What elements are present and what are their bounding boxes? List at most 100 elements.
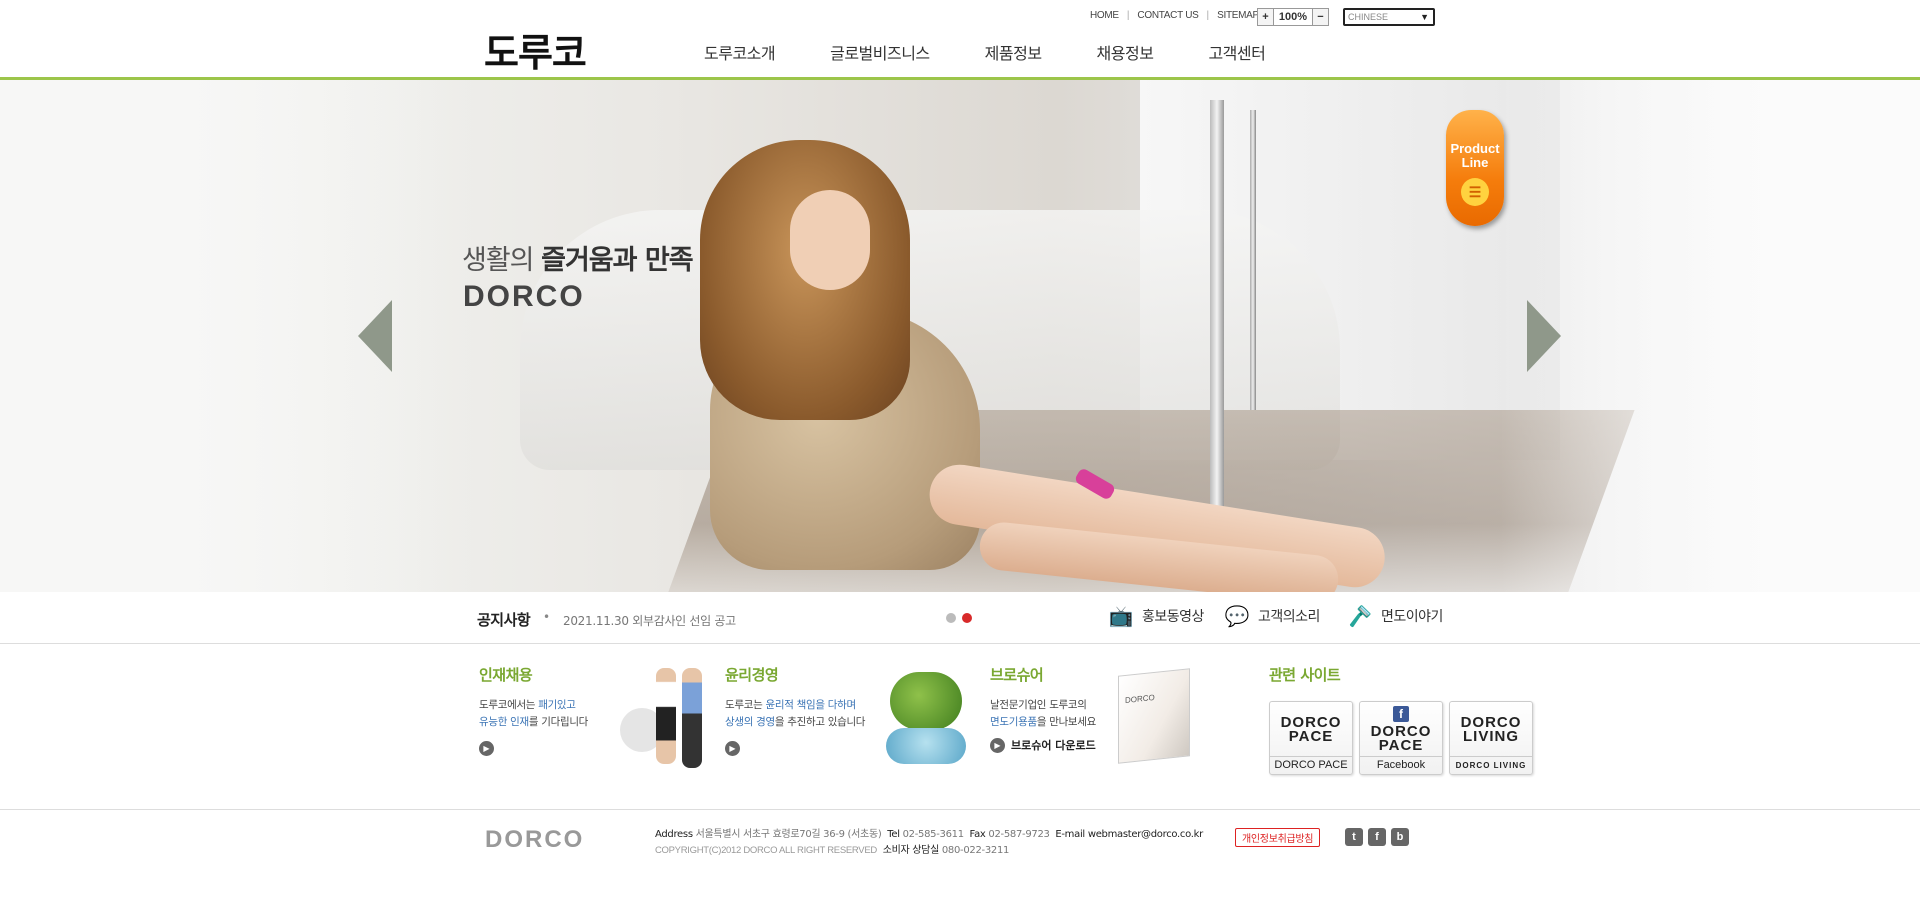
tel-label: Tel (887, 829, 900, 840)
footer-info: Address 서울특별시 서초구 효령로70길 36-9 (서초동) Tel … (655, 827, 1203, 859)
dorco-living-logo: DORCO LIVING (1461, 715, 1522, 745)
consult-value: 080-022-3211 (941, 845, 1010, 856)
site-header: 도루코 HOME | CONTACT US | SITEMAP + 100% −… (0, 0, 1920, 80)
zoom-control: + 100% − (1257, 8, 1329, 26)
nav-item-careers[interactable]: 채용정보 (1097, 40, 1154, 64)
email-label: E-mail (1055, 829, 1085, 840)
brochure-thumb-label: DORCO (1125, 692, 1155, 706)
logo-text: PACE (1378, 737, 1424, 754)
related-site-label: DORCO LIVING (1450, 756, 1532, 774)
water-hands-base (886, 728, 966, 764)
language-select[interactable]: CHINESE ▼ (1343, 8, 1435, 26)
more-arrow-icon[interactable]: ▶ (725, 741, 740, 756)
related-site-facebook[interactable]: f DORCO PACE Facebook (1359, 701, 1443, 775)
main-nav: 도루코소개 글로벌비즈니스 제품정보 채용정보 고객센터 (704, 40, 1320, 64)
copyright-text: COPYRIGHT(C)2012 DORCO ALL RIGHT RESERVE… (655, 845, 877, 856)
related-site-label: Facebook (1360, 756, 1442, 774)
desc-text: 를 기다립니다 (528, 716, 589, 728)
nav-item-global-business[interactable]: 글로벌비즈니스 (830, 40, 930, 64)
ethics-tree-image (876, 672, 976, 772)
footer-contact-line: Address 서울특별시 서초구 효령로70길 36-9 (서초동) Tel … (655, 827, 1203, 843)
language-value: CHINESE (1348, 12, 1389, 22)
section-description: 날전문기업인 도루코의 면도기용품을 만나보세요 (990, 697, 1096, 731)
desc-text: 날전문기업인 도루코의 (990, 699, 1087, 711)
nav-item-customer-center[interactable]: 고객센터 (1208, 40, 1265, 64)
fax-value: 02-587-9723 (988, 829, 1050, 840)
slogan-light: 생활의 (462, 245, 542, 276)
download-label: 브로슈어 다운로드 (1011, 739, 1096, 752)
quick-link-shaving-story[interactable]: 🪒 면도이야기 (1345, 602, 1444, 630)
desc-text: 을 추진하고 있습니다 (774, 716, 866, 728)
notice-bullet: • (543, 610, 551, 624)
home-link[interactable]: HOME (1090, 10, 1119, 21)
product-line-label-1: Product (1450, 141, 1500, 156)
hero-brand-logo: DORCO (463, 280, 585, 313)
section-title: 인재채용 (479, 666, 533, 684)
section-title: 윤리경영 (725, 666, 779, 684)
nav-item-about[interactable]: 도루코소개 (704, 40, 776, 64)
tel-value: 02-585-3611 (902, 829, 964, 840)
zoom-out-button[interactable]: − (1312, 9, 1328, 25)
more-arrow-icon[interactable]: ▶ (479, 741, 494, 756)
hero-woman-face (790, 190, 870, 290)
desc-highlight: 윤리적 책임을 다하며 (765, 699, 856, 711)
related-site-dorco-living[interactable]: DORCO LIVING DORCO LIVING (1449, 701, 1533, 775)
next-slide-arrow-icon[interactable] (1527, 300, 1561, 372)
fax-label: Fax (969, 829, 986, 840)
footer-copyright-line: COPYRIGHT(C)2012 DORCO ALL RIGHT RESERVE… (655, 843, 1203, 859)
desc-highlight: 유능한 인재 (479, 716, 529, 728)
twitter-icon[interactable]: t (1345, 828, 1363, 846)
related-site-label: DORCO PACE (1270, 756, 1352, 774)
brochure-section: 브로슈어 날전문기업인 도루코의 면도기용품을 만나보세요 ▶ 브로슈어 다운로… (990, 664, 1096, 753)
section-title: 브로슈어 (990, 666, 1044, 684)
section-description: 도루코에서는 패기있고 유능한 인재를 기다립니다 (479, 697, 588, 731)
related-sites-section: 관련 사이트 DORCO PACE DORCO PACE f DORCO PAC… (1269, 664, 1533, 775)
recruit-people-image (620, 668, 710, 768)
desc-text: 도루코에서는 (479, 699, 539, 711)
zoom-in-button[interactable]: + (1258, 9, 1274, 25)
prev-slide-arrow-icon[interactable] (358, 300, 392, 372)
site-logo[interactable]: 도루코 (484, 22, 587, 77)
nav-item-products[interactable]: 제품정보 (985, 40, 1042, 64)
tv-icon: 📺 (1108, 604, 1134, 628)
desc-text: 도루코는 (725, 699, 766, 711)
email-value[interactable]: webmaster@dorco.co.kr (1088, 829, 1203, 840)
section-title: 관련 사이트 (1269, 666, 1341, 684)
ethics-section: 윤리경영 도루코는 윤리적 책임을 다하며 상생의 경영을 추진하고 있습니다 … (725, 664, 865, 756)
related-site-dorco-pace[interactable]: DORCO PACE DORCO PACE (1269, 701, 1353, 775)
notice-bar: 공지사항 • 2021.11.30 외부감사인 선임 공고 📺 홍보동영상 💬 … (0, 592, 1920, 644)
sitemap-link[interactable]: SITEMAP (1217, 10, 1259, 21)
quick-link-label: 면도이야기 (1381, 609, 1443, 625)
hero-faucet-decor (1250, 110, 1256, 410)
site-footer: DORCO Address 서울특별시 서초구 효령로70길 36-9 (서초동… (0, 809, 1920, 919)
blog-icon[interactable]: b (1391, 828, 1409, 846)
quick-link-promo-video[interactable]: 📺 홍보동영상 (1106, 602, 1205, 630)
desc-text: 을 만나보세요 (1036, 716, 1097, 728)
notice-item-link[interactable]: 2021.11.30 외부감사인 선임 공고 (563, 612, 736, 629)
desc-highlight: 상생의 경영 (725, 716, 775, 728)
person-woman-figure (656, 668, 676, 764)
pager-dot-1[interactable] (946, 613, 956, 623)
slide-pager (946, 613, 972, 623)
hero-faucet-decor (1210, 100, 1224, 550)
contact-us-link[interactable]: CONTACT US (1137, 10, 1198, 21)
desc-highlight: 패기있고 (538, 699, 576, 711)
hero-slogan: 생활의 즐거움과 만족 (462, 238, 694, 277)
pager-dot-2[interactable] (962, 613, 972, 623)
quick-link-label: 홍보동영상 (1142, 609, 1204, 625)
notice-title: 공지사항 (477, 611, 531, 629)
logo-text: LIVING (1462, 728, 1519, 745)
util-separator: | (1206, 10, 1210, 21)
address-label: Address (655, 829, 693, 840)
more-arrow-icon: ▶ (990, 737, 1005, 753)
privacy-policy-link[interactable]: 개인정보취급방침 (1235, 828, 1321, 847)
product-line-button[interactable]: Product Line ☰ (1446, 110, 1504, 226)
social-links: t f b (1345, 828, 1409, 846)
recruit-section: 인재채용 도루코에서는 패기있고 유능한 인재를 기다립니다 ▶ (479, 664, 588, 756)
quick-link-customer-voice[interactable]: 💬 고객의소리 (1222, 602, 1321, 630)
brochure-download-link[interactable]: ▶ 브로슈어 다운로드 (990, 737, 1096, 753)
brochure-thumbnail[interactable]: DORCO (1118, 668, 1190, 764)
tree-canopy (890, 672, 962, 730)
related-sites-list: DORCO PACE DORCO PACE f DORCO PACE Faceb… (1269, 701, 1533, 775)
facebook-icon[interactable]: f (1368, 828, 1386, 846)
